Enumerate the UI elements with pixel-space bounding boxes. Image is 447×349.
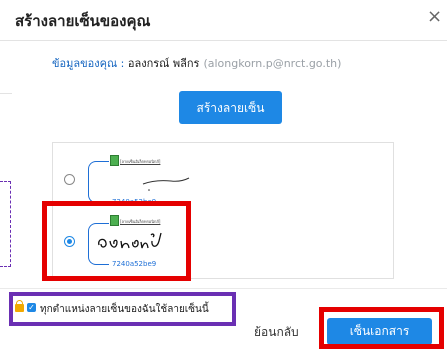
- annotation-highlight-sign-button: [319, 307, 444, 349]
- org-logo-icon: [110, 155, 119, 166]
- back-button[interactable]: ย้อนกลับ: [254, 323, 299, 342]
- user-info: ข้อมูลของคุณ : อลงกรณ์ พลีกร (alongkorn.p…: [52, 54, 341, 72]
- annotation-highlight-apply-all: [9, 292, 236, 326]
- user-info-label: ข้อมูลของคุณ: [52, 57, 118, 70]
- handwritten-signature-image: [142, 177, 190, 191]
- create-signature-dialog: สร้างลายเซ็นของคุณ × ข้อมูลของคุณ : อลงก…: [0, 0, 447, 349]
- signature-header: [ลายเซ็นอิเล็กทรอนิกส์]: [120, 159, 161, 164]
- close-icon[interactable]: ×: [427, 6, 442, 28]
- user-name: อลงกรณ์ พลีกร: [127, 57, 200, 70]
- annotation-dashed-box: [0, 181, 11, 267]
- dialog-header: สร้างลายเซ็นของคุณ ×: [0, 0, 447, 41]
- divider: [0, 93, 12, 94]
- footer-divider: [0, 288, 447, 289]
- annotation-highlight-selected-signature: [42, 201, 191, 281]
- user-info-separator: :: [117, 57, 128, 70]
- user-email: (alongkorn.p@nrct.go.th): [203, 57, 342, 70]
- signature-radio-1[interactable]: [64, 174, 75, 185]
- dialog-title: สร้างลายเซ็นของคุณ: [15, 12, 151, 30]
- signature-bracket: [88, 161, 109, 203]
- create-signature-button[interactable]: สร้างลายเซ็น: [179, 91, 282, 124]
